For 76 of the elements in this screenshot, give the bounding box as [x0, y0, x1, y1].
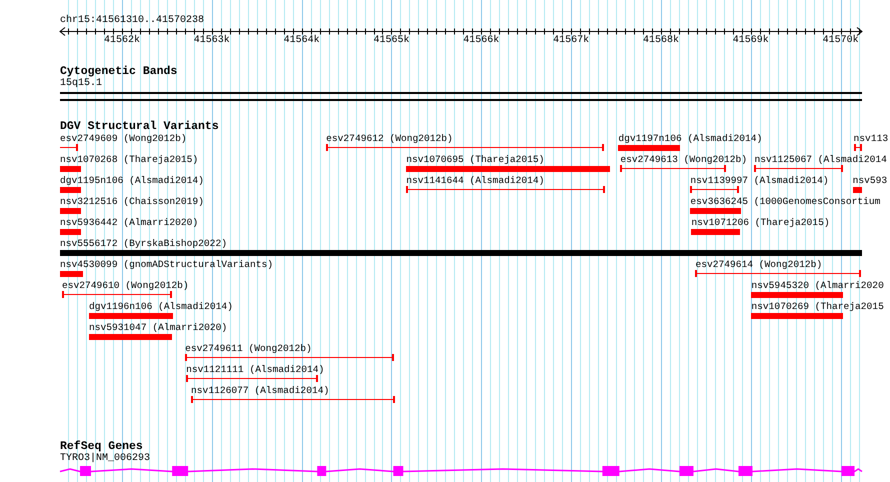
variant-span[interactable]: [191, 396, 395, 403]
variant-label: esv2749614 (Wong2012b): [695, 259, 822, 271]
variant-label: nsv1071206 (Thareja2015): [691, 217, 830, 229]
variant-bar[interactable]: [89, 334, 172, 340]
variant-label: esv2749612 (Wong2012b): [326, 133, 453, 145]
variant-bar[interactable]: [60, 208, 81, 214]
exon[interactable]: [842, 466, 855, 476]
variant-bar[interactable]: [406, 166, 610, 172]
variant-bar[interactable]: [60, 187, 81, 193]
exon[interactable]: [172, 466, 188, 476]
variant-label: nsv113: [854, 133, 888, 145]
variant-label: nsv5931047 (Almarri2020): [89, 322, 228, 334]
variant-bar[interactable]: [60, 229, 81, 235]
track-title: RefSeq Genes: [60, 441, 143, 453]
variant-span[interactable]: [690, 186, 739, 193]
variant-label: dgv1197n106 (Alsmadi2014): [618, 133, 762, 145]
variant-span[interactable]: [695, 270, 861, 277]
variant-bar[interactable]: [691, 229, 740, 235]
variant-span[interactable]: [326, 144, 604, 151]
variant-label: esv2749609 (Wong2012b): [60, 133, 187, 145]
variant-label: dgv1196n106 (Alsmadi2014): [89, 301, 233, 313]
variant-bar[interactable]: [60, 250, 862, 256]
variant-span[interactable]: [62, 291, 172, 298]
variant-span[interactable]: [754, 165, 843, 172]
variant-bar[interactable]: [60, 166, 81, 172]
exon[interactable]: [738, 466, 752, 476]
variant-label: nsv1141644 (Alsmadi2014): [406, 175, 544, 187]
tick-label: 41562k: [104, 35, 140, 47]
variant-span[interactable]: [186, 375, 318, 382]
variant-label: nsv593: [852, 175, 888, 187]
tick-label: 41570k: [822, 35, 859, 47]
tick-label: 41568k: [642, 35, 679, 47]
variant-span[interactable]: [60, 144, 78, 151]
tick-label: 41565k: [373, 35, 410, 47]
variant-label: dgv1195n106 (Alsmadi2014): [60, 175, 204, 187]
variant-span[interactable]: [185, 354, 394, 361]
exon[interactable]: [317, 466, 326, 476]
variant-label: nsv1070695 (Thareja2015): [406, 154, 544, 166]
variant-label: nsv1121111 (Alsmadi2014): [186, 364, 324, 376]
variant-label: esv2749613 (Wong2012b): [620, 154, 748, 166]
tick-label: 41563k: [194, 35, 230, 47]
variant-label: nsv5936442 (Almarri2020): [60, 217, 198, 229]
variant-label: nsv1070269 (Thareja2015: [751, 301, 884, 313]
tick-label: 41567k: [553, 35, 590, 47]
variant-span[interactable]: [620, 165, 726, 172]
variant-label: nsv5556172 (ByrskaBishop2022): [60, 238, 227, 250]
variant-label: nsv1125067 (Alsmadi2014: [754, 154, 887, 166]
gene-label: TYRO3|NM_006293: [60, 453, 150, 465]
exon[interactable]: [679, 466, 694, 476]
track-title: Cytogenetic Bands: [60, 66, 178, 78]
variant-bar[interactable]: [618, 145, 680, 151]
location-label: chr15:41561310..41570238: [60, 15, 204, 27]
variant-span[interactable]: [406, 186, 605, 193]
exon[interactable]: [602, 466, 620, 476]
variant-bar[interactable]: [89, 313, 173, 319]
variant-bar[interactable]: [60, 271, 83, 277]
variant-label: nsv1139997 (Alsmadi2014): [690, 175, 829, 187]
variant-bar[interactable]: [853, 187, 862, 193]
variant-label: esv2749611 (Wong2012b): [185, 343, 312, 355]
tick-label: 41564k: [284, 35, 320, 47]
variant-label: nsv4530099 (gnomADStructuralVariants): [60, 259, 274, 271]
variant-label: esv2749610 (Wong2012b): [62, 280, 189, 292]
variant-label: nsv1126077 (Alsmadi2014): [191, 385, 330, 397]
variant-label: nsv1070268 (Thareja2015): [60, 154, 198, 166]
variant-bar[interactable]: [751, 292, 843, 298]
variant-label: nsv3212516 (Chaisson2019): [60, 196, 204, 208]
variant-label: nsv5945320 (Almarri2020: [751, 280, 884, 292]
variant-label: esv3636245 (1000GenomesConsortium: [690, 196, 880, 208]
exon[interactable]: [393, 466, 404, 476]
variant-span[interactable]: [854, 144, 862, 151]
tick-label: 41566k: [463, 35, 500, 47]
variant-bar[interactable]: [690, 208, 741, 214]
band-label: 15q15.1: [60, 78, 102, 90]
track-title: DGV Structural Variants: [60, 121, 219, 133]
variant-bar[interactable]: [751, 313, 843, 319]
tick-label: 41569k: [732, 35, 769, 47]
